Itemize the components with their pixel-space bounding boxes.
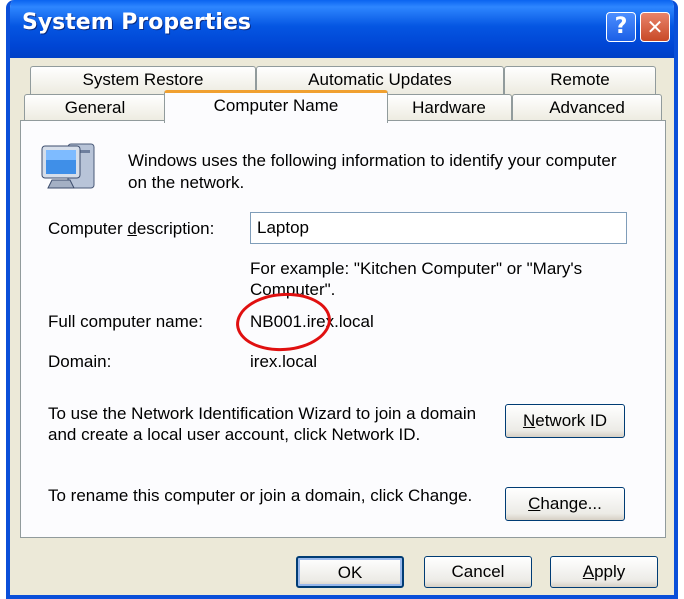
- description-label-accesskey: d: [127, 219, 137, 238]
- description-label-post: escription:: [136, 219, 215, 238]
- apply-accesskey: A: [582, 562, 595, 581]
- intro-text: Windows uses the following information t…: [128, 151, 617, 192]
- tab-hardware[interactable]: Hardware: [386, 94, 512, 121]
- network-id-accesskey: N: [522, 411, 536, 430]
- description-label-pre: Computer: [48, 219, 128, 238]
- window-title: System Properties: [22, 10, 251, 35]
- rename-description: To rename this computer or join a domain…: [48, 486, 473, 505]
- help-button[interactable]: ?: [606, 12, 636, 42]
- ok-button[interactable]: OK: [296, 556, 404, 588]
- cancel-button[interactable]: Cancel: [424, 556, 532, 588]
- tab-advanced[interactable]: Advanced: [512, 94, 662, 121]
- computer-icon: [41, 143, 95, 189]
- tab-general[interactable]: General: [24, 94, 166, 121]
- apply-button-label: pply: [594, 562, 626, 581]
- change-button-label: hange...: [540, 494, 602, 513]
- system-properties-window: System Properties ? ✕ System Restore Aut…: [6, 0, 678, 599]
- change-accesskey: C: [528, 494, 541, 513]
- description-label: Computer description:: [48, 219, 214, 239]
- tab-remote[interactable]: Remote: [504, 66, 656, 94]
- apply-button[interactable]: Apply: [550, 556, 658, 588]
- domain-label: Domain:: [48, 352, 112, 371]
- example-text: For example: "Kitchen Computer" or "Mary…: [250, 259, 583, 299]
- title-bar[interactable]: System Properties ? ✕: [10, 0, 674, 58]
- network-id-description: To use the Network Identification Wizard…: [48, 404, 477, 444]
- close-button[interactable]: ✕: [640, 12, 670, 42]
- change-button[interactable]: Change...: [505, 487, 625, 521]
- network-id-button-label: etwork ID: [535, 411, 608, 430]
- domain-value: irex.local: [250, 352, 318, 371]
- network-id-button[interactable]: Network ID: [505, 404, 625, 438]
- full-name-label: Full computer name:: [48, 312, 203, 331]
- tab-computer-name[interactable]: Computer Name: [164, 90, 388, 123]
- computer-description-input[interactable]: Laptop: [250, 212, 627, 244]
